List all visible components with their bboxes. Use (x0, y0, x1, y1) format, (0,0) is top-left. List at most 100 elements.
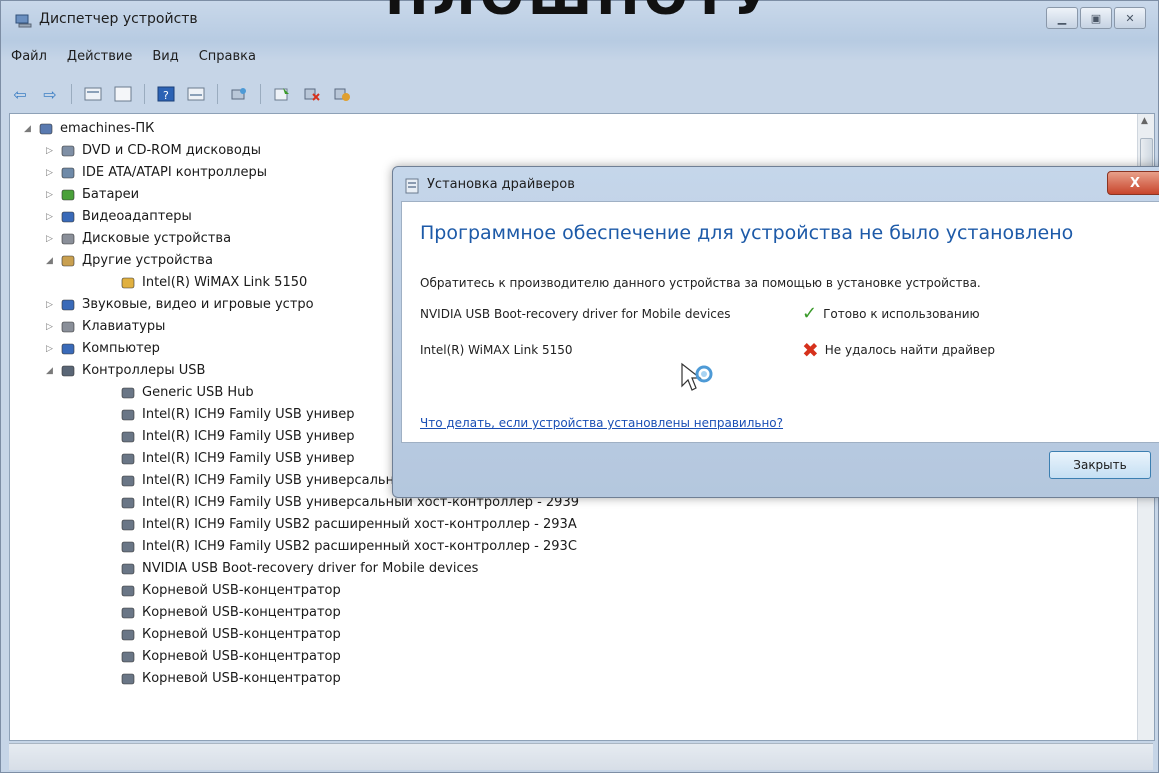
disable-button[interactable] (331, 84, 353, 104)
expand-arrow-icon[interactable]: ▷ (46, 140, 56, 162)
close-button[interactable]: Закрыть (1049, 451, 1151, 479)
expand-arrow-icon[interactable]: ▷ (46, 294, 56, 316)
tree-item-label: Дисковые устройства (82, 231, 232, 246)
close-window-button[interactable]: ✕ (1114, 7, 1146, 29)
toolbar: ⇦ ⇨ ? (9, 79, 1153, 109)
tree-item-label: Intel(R) ICH9 Family USB2 расширенный хо… (142, 539, 577, 554)
toolbar-separator (71, 84, 72, 104)
tree-item[interactable]: Корневой USB-концентратор (10, 580, 1136, 602)
uninstall-button[interactable] (301, 84, 323, 104)
tree-item-label: Контроллеры USB (82, 363, 206, 378)
ide-controller-icon (60, 165, 76, 181)
usb-device-icon (120, 517, 136, 533)
forward-button[interactable]: ⇨ (39, 84, 61, 104)
properties-button[interactable] (82, 84, 104, 104)
usb-device-icon (120, 627, 136, 643)
tree-item-label: Intel(R) ICH9 Family USB2 расширенный хо… (142, 517, 577, 532)
update-driver-button[interactable] (271, 84, 293, 104)
tree-category[interactable]: ▷ DVD и CD-ROM дисководы (10, 140, 1136, 162)
title-bar[interactable]: Диспетчер устройств ПЛОШНОТУ ▁ ▣ ✕ (1, 0, 1158, 37)
scroll-up-icon[interactable]: ▲ (1141, 116, 1148, 126)
expand-arrow-icon[interactable]: ▷ (46, 338, 56, 360)
dialog-close-button[interactable]: X (1107, 171, 1159, 195)
toolbar-separator (260, 84, 261, 104)
warning-device-icon (120, 275, 136, 291)
usb-device-icon (120, 605, 136, 621)
device-status-text: Готово к использованию (823, 307, 980, 321)
view-icon (187, 87, 205, 101)
tree-item-label: NVIDIA USB Boot-recovery driver for Mobi… (142, 561, 479, 576)
expand-arrow-icon[interactable]: ▷ (46, 316, 56, 338)
usb-device-icon (120, 473, 136, 489)
busy-cursor-icon (680, 362, 714, 396)
dialog-title: Установка драйверов (427, 177, 575, 192)
tree-item-label: Корневой USB-концентратор (142, 583, 341, 598)
maximize-button[interactable]: ▣ (1080, 7, 1112, 29)
help-link[interactable]: Что делать, если устройства установлены … (420, 416, 783, 430)
show-hidden-icon (114, 86, 132, 102)
tree-item[interactable]: Корневой USB-концентратор (10, 602, 1136, 624)
usb-icon (60, 363, 76, 379)
tree-item[interactable]: Корневой USB-концентратор (10, 646, 1136, 668)
usb-device-icon (120, 495, 136, 511)
tree-item-label: Видеоадаптеры (82, 209, 192, 224)
menu-view[interactable]: Вид (150, 47, 180, 66)
computer-root-icon (38, 121, 54, 137)
view-button[interactable] (185, 84, 207, 104)
usb-device-icon (120, 539, 136, 555)
usb-device-icon (120, 561, 136, 577)
device-name: NVIDIA USB Boot-recovery driver for Mobi… (420, 307, 731, 321)
help-button[interactable]: ? (155, 84, 177, 104)
tree-item[interactable]: Корневой USB-концентратор (10, 668, 1136, 690)
driver-install-icon (405, 178, 419, 194)
minimize-button[interactable]: ▁ (1046, 7, 1078, 29)
computer-icon (60, 341, 76, 357)
maximize-icon: ▣ (1090, 11, 1102, 25)
status-bar (9, 743, 1153, 770)
tree-item[interactable]: NVIDIA USB Boot-recovery driver for Mobi… (10, 558, 1136, 580)
tree-item-label: Корневой USB-концентратор (142, 605, 341, 620)
expand-arrow-icon[interactable]: ▷ (46, 228, 56, 250)
menu-action[interactable]: Действие (65, 47, 134, 66)
display-adapter-icon (60, 209, 76, 225)
collapse-arrow-icon[interactable]: ◢ (46, 250, 56, 272)
usb-device-icon (120, 407, 136, 423)
tree-item-label: Корневой USB-концентратор (142, 671, 341, 686)
back-button[interactable]: ⇦ (9, 84, 31, 104)
tree-item[interactable]: Корневой USB-концентратор (10, 624, 1136, 646)
tree-item-label: Клавиатуры (82, 319, 166, 334)
expand-arrow-icon[interactable]: ▷ (46, 184, 56, 206)
toolbar-separator (217, 84, 218, 104)
collapse-arrow-icon[interactable]: ◢ (24, 118, 34, 140)
collapse-arrow-icon[interactable]: ◢ (46, 360, 56, 382)
dialog-subtitle: Обратитесь к производителю данного устро… (420, 276, 981, 290)
menu-bar: Файл Действие Вид Справка (9, 47, 258, 66)
scan-hardware-button[interactable] (228, 84, 250, 104)
tree-item-label: Intel(R) ICH9 Family USB универ (142, 429, 355, 444)
tree-item[interactable]: Intel(R) ICH9 Family USB2 расширенный хо… (10, 536, 1136, 558)
expand-arrow-icon[interactable]: ▷ (46, 162, 56, 184)
tree-item-label: DVD и CD-ROM дисководы (82, 143, 262, 158)
driver-install-dialog: Установка драйверов X Программное обеспе… (392, 166, 1159, 498)
tree-item-label: Звуковые, видео и игровые устро (82, 297, 314, 312)
disk-drive-icon (60, 231, 76, 247)
svg-text:?: ? (163, 89, 169, 102)
menu-help[interactable]: Справка (197, 47, 258, 66)
tree-item-label: Generic USB Hub (142, 385, 254, 400)
device-manager-icon (15, 13, 33, 28)
tree-root[interactable]: ◢ emachines-ПК (10, 118, 1136, 140)
expand-arrow-icon[interactable]: ▷ (46, 206, 56, 228)
minimize-icon: ▁ (1057, 11, 1067, 25)
checkmark-icon: ✓ (802, 303, 818, 324)
dialog-heading: Программное обеспечение для устройства н… (420, 222, 1074, 244)
show-hidden-button[interactable] (112, 84, 134, 104)
properties-icon (84, 87, 102, 101)
tree-item-label: emachines-ПК (60, 121, 155, 136)
device-status: ✖ Не удалось найти драйвер (802, 340, 995, 360)
scan-hardware-icon (231, 88, 246, 100)
menu-file[interactable]: Файл (9, 47, 49, 66)
device-status-text: Не удалось найти драйвер (824, 343, 995, 357)
tree-item-label: Intel(R) WiMAX Link 5150 (142, 275, 308, 290)
dialog-content: Программное обеспечение для устройства н… (401, 201, 1159, 443)
tree-item[interactable]: Intel(R) ICH9 Family USB2 расширенный хо… (10, 514, 1136, 536)
